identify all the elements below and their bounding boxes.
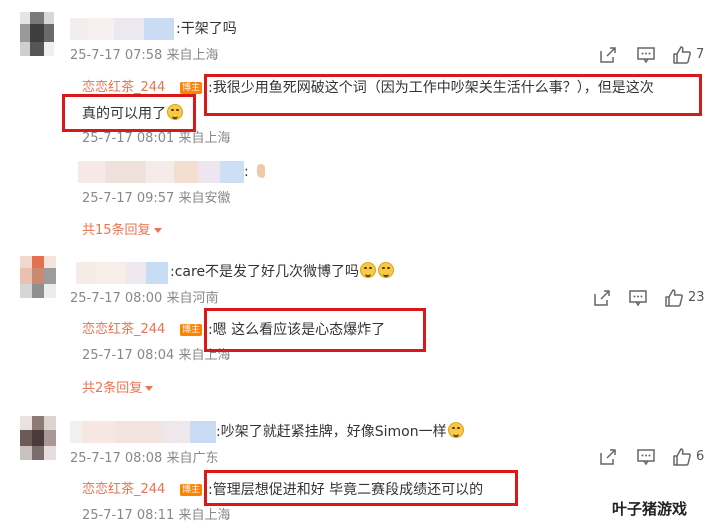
ear-emoji-icon [257, 164, 266, 178]
comment-text-body: :吵架了就赶紧挂牌，好像Simon一样 [216, 424, 447, 440]
thumbs-up-icon[interactable] [672, 447, 692, 467]
comment-icon[interactable] [636, 447, 656, 467]
share-icon[interactable] [598, 447, 618, 467]
thumbs-up-icon[interactable] [672, 45, 692, 65]
comment-actions: 7 [598, 45, 708, 65]
share-icon[interactable] [598, 45, 618, 65]
reply-meta: 25-7-17 08:11 来自上海 [82, 508, 231, 523]
more-replies-label: 共15条回复 [82, 223, 151, 238]
comment-meta: 25-7-17 08:08 来自广东 [70, 451, 219, 466]
emoji-icon [447, 422, 464, 438]
comment-meta: 25-7-17 07:58 来自上海 [70, 48, 219, 63]
share-icon[interactable] [592, 288, 612, 308]
comment-text: :吵架了就赶紧挂牌，好像Simon一样 [216, 422, 465, 442]
reply-text: : [244, 162, 266, 182]
author-badge: 博主 [180, 484, 203, 496]
reply-meta: 25-7-17 08:01 来自上海 [82, 131, 231, 146]
emoji-icon [360, 262, 377, 278]
comment-text: :干架了吗 [176, 21, 237, 37]
watermark: 叶子猪游戏 [612, 500, 688, 518]
more-replies-link[interactable]: 共2条回复 [82, 380, 154, 398]
comment-actions: 23 [592, 288, 708, 308]
avatar[interactable] [20, 256, 56, 298]
highlight-box [204, 470, 518, 506]
comment-actions: 6 [598, 447, 708, 467]
more-replies-link[interactable]: 共15条回复 [82, 222, 162, 240]
reply-meta: 25-7-17 09:57 来自安徽 [82, 191, 231, 206]
highlight-box [204, 74, 702, 116]
emoji-icon [378, 262, 395, 278]
author-badge: 博主 [180, 324, 203, 336]
reply-username[interactable]: 恋恋红茶_244 [82, 481, 165, 499]
blurred-username[interactable] [70, 18, 174, 40]
blurred-username[interactable] [70, 421, 216, 443]
like-count: 6 [696, 449, 705, 464]
highlight-box [62, 94, 196, 132]
comment-text-body: :care不是发了好几次微博了吗 [170, 264, 360, 280]
like-count: 7 [696, 47, 705, 62]
highlight-box [204, 308, 426, 352]
comment-icon[interactable] [636, 45, 656, 65]
blurred-username[interactable] [76, 262, 168, 284]
more-replies-label: 共2条回复 [82, 381, 143, 396]
caret-down-icon [145, 386, 154, 391]
reply-text-body: : [244, 164, 249, 180]
like-count: 23 [688, 290, 705, 305]
comment-meta: 25-7-17 08:00 来自河南 [70, 291, 219, 306]
blurred-username[interactable] [78, 161, 244, 183]
author-badge: 博主 [180, 82, 203, 94]
avatar[interactable] [20, 416, 56, 460]
caret-down-icon [153, 228, 162, 233]
comment-text: :care不是发了好几次微博了吗 [170, 262, 395, 282]
thumbs-up-icon[interactable] [664, 288, 684, 308]
avatar[interactable] [20, 12, 54, 56]
comment-icon[interactable] [628, 288, 648, 308]
reply-username[interactable]: 恋恋红茶_244 [82, 321, 165, 339]
